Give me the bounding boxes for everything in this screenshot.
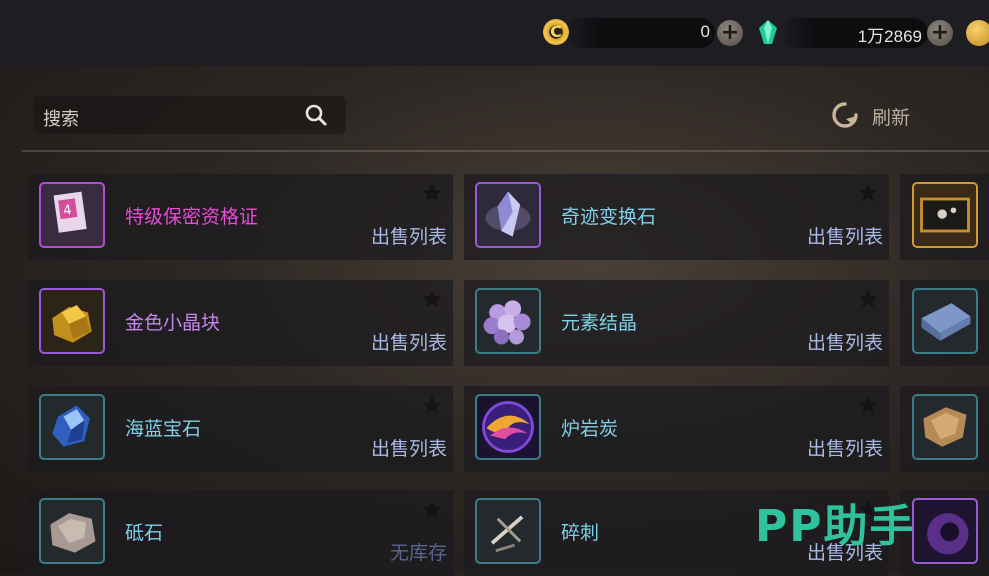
item-card-miracle-stone[interactable]: 奇迹变换石 出售列表 — [464, 174, 889, 260]
item-name: 砥石 — [125, 522, 164, 544]
gem-balance: 1万2869 — [857, 27, 922, 46]
sale-list-link[interactable]: 出售列表 — [807, 222, 883, 249]
leather-icon — [912, 394, 978, 460]
cloth-icon — [912, 288, 978, 354]
item-card-element-crystal[interactable]: 元素结晶 出售列表 — [464, 280, 889, 366]
sale-list-link[interactable]: 出售列表 — [371, 434, 447, 461]
gold-crystal-icon — [39, 288, 105, 354]
favorite-star-icon[interactable] — [421, 288, 443, 310]
item-card-partial[interactable] — [900, 386, 989, 472]
search-box[interactable]: 搜索 — [34, 96, 346, 134]
lava-coal-icon — [475, 394, 541, 460]
item-card-lava-coal[interactable]: 炉岩炭 出售列表 — [464, 386, 889, 472]
item-card-partial[interactable] — [900, 174, 989, 260]
element-crystal-icon — [475, 288, 541, 354]
favorite-star-icon[interactable] — [421, 394, 443, 416]
gold-coin-icon — [966, 20, 989, 46]
favorite-star-icon[interactable] — [421, 182, 443, 204]
refresh-label: 刷新 — [872, 107, 911, 129]
item-card-aquamarine[interactable]: 海蓝宝石 出售列表 — [28, 386, 453, 472]
item-name: 碎刺 — [561, 522, 600, 544]
item-name: 特级保密资格证 — [125, 206, 259, 228]
shards-icon — [475, 498, 541, 564]
add-gem-button[interactable]: + — [927, 20, 953, 46]
item-name: 海蓝宝石 — [125, 418, 202, 440]
top-bar: C 0 + 1万2869 + — [0, 0, 989, 66]
search-input[interactable]: 搜索 — [43, 105, 79, 131]
add-coin-button[interactable]: + — [717, 20, 743, 46]
crystal-icon — [475, 182, 541, 248]
favorite-star-icon[interactable] — [421, 498, 443, 520]
item-card-gold-crystal[interactable]: 金色小晶块 出售列表 — [28, 280, 453, 366]
item-name: 元素结晶 — [561, 312, 638, 334]
favorite-star-icon[interactable] — [857, 394, 879, 416]
whetstone-icon — [39, 498, 105, 564]
divider — [22, 150, 989, 152]
coin-balance: 0 — [700, 22, 710, 41]
gem-icon — [759, 20, 777, 44]
item-card-secret-certificate[interactable]: 4 特级保密资格证 出售列表 — [28, 174, 453, 260]
item-card-partial[interactable] — [900, 280, 989, 366]
item-name: 奇迹变换石 — [561, 206, 657, 228]
sale-list-link[interactable]: 出售列表 — [371, 222, 447, 249]
sale-list-link[interactable]: 出售列表 — [807, 328, 883, 355]
sale-list-link[interactable]: 出售列表 — [371, 328, 447, 355]
no-stock-label: 无库存 — [389, 542, 447, 564]
refresh-icon — [832, 102, 858, 128]
favorite-star-icon[interactable] — [857, 182, 879, 204]
search-icon[interactable] — [304, 103, 328, 127]
item-card-whetstone[interactable]: 砥石 无库存 — [28, 490, 453, 576]
dark-orb-icon — [912, 498, 978, 564]
watermark: PP助手 — [755, 501, 916, 552]
favorite-star-icon[interactable] — [857, 288, 879, 310]
aquamarine-icon — [39, 394, 105, 460]
map-scroll-icon — [912, 182, 978, 248]
certificate-icon: 4 — [39, 182, 105, 248]
item-name: 金色小晶块 — [125, 312, 221, 334]
sale-list-link[interactable]: 出售列表 — [807, 434, 883, 461]
refresh-button[interactable]: 刷新 — [830, 98, 930, 132]
item-name: 炉岩炭 — [561, 418, 619, 440]
